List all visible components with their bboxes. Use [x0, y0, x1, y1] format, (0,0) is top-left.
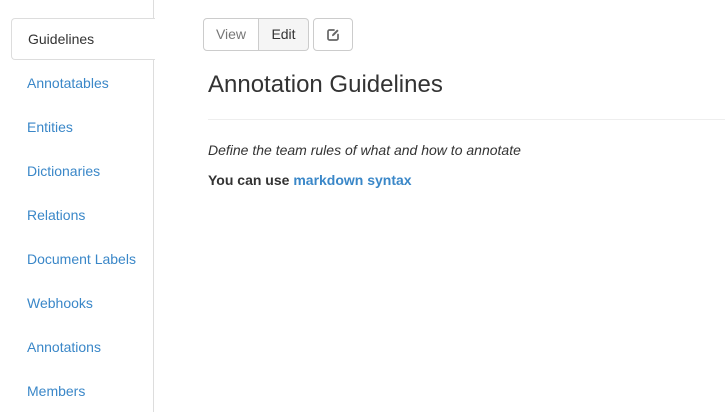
- sidebar-item-annotatables[interactable]: Annotatables: [11, 62, 154, 104]
- sidebar-item-document-labels[interactable]: Document Labels: [11, 238, 154, 280]
- markdown-hint-prefix: You can use: [208, 172, 294, 188]
- edit-square-icon: [325, 27, 341, 43]
- sidebar-item-entities[interactable]: Entities: [11, 106, 154, 148]
- view-edit-toggle: View Edit: [203, 18, 309, 51]
- sidebar: Guidelines Annotatables Entities Diction…: [0, 0, 155, 412]
- sidebar-item-dictionaries[interactable]: Dictionaries: [11, 150, 154, 192]
- edit-button[interactable]: Edit: [259, 18, 309, 51]
- sidebar-item-relations[interactable]: Relations: [11, 194, 154, 236]
- edit-guidelines-button[interactable]: [313, 18, 353, 51]
- guidelines-description: Define the team rules of what and how to…: [208, 142, 521, 158]
- sidebar-item-webhooks[interactable]: Webhooks: [11, 282, 154, 324]
- markdown-hint: You can use markdown syntax: [208, 172, 412, 189]
- sidebar-item-members[interactable]: Members: [11, 370, 154, 412]
- sidebar-item-annotations[interactable]: Annotations: [11, 326, 154, 368]
- page-title: Annotation Guidelines: [208, 71, 443, 98]
- markdown-syntax-link[interactable]: markdown syntax: [293, 172, 411, 188]
- app-root: Guidelines Annotatables Entities Diction…: [0, 0, 725, 412]
- title-divider: [208, 119, 725, 120]
- view-button[interactable]: View: [203, 18, 259, 51]
- sidebar-item-guidelines[interactable]: Guidelines: [11, 18, 155, 60]
